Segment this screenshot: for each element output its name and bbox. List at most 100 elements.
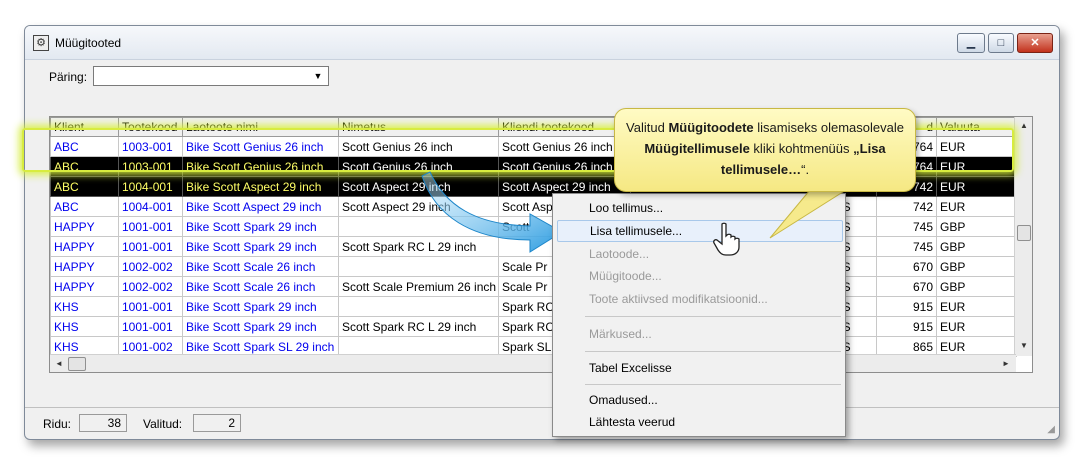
table-cell-klient: HAPPY [50, 236, 119, 257]
table-cell-kood: 1002-002 [118, 256, 183, 277]
selected-count-value: 2 [193, 414, 241, 432]
table-cell-klient: HAPPY [50, 216, 119, 237]
menu-item-notes[interactable]: Märkused... [557, 324, 843, 346]
table-cell-laonimi: Bike Scott Spark 29 inch [182, 296, 339, 317]
maximize-button[interactable]: □ [988, 33, 1014, 53]
table-cell-laonimi: Bike Scott Scale 26 inch [182, 276, 339, 297]
table-cell-valuuta: EUR [936, 296, 1017, 317]
scroll-up-icon[interactable]: ▲ [1020, 121, 1028, 130]
table-cell-valuuta: GBP [936, 256, 1017, 277]
callout-text-2: lisamiseks olemasolevale [753, 120, 904, 135]
menu-item-stock-product[interactable]: Laotoode... [557, 244, 843, 266]
query-select[interactable]: ▼ [93, 66, 329, 86]
vertical-scrollbar[interactable]: ▲ ▼ [1014, 117, 1032, 356]
column-header-laotoote-nimi[interactable]: Laotoote nimi [182, 117, 339, 137]
table-cell-hind: 745 [876, 216, 937, 237]
table-cell-kood: 1003-001 [118, 156, 183, 177]
table-cell-valuuta: EUR [936, 156, 1017, 177]
table-row[interactable]: ABC 1004-001 Bike Scott Aspect 29 inch Scot… [50, 196, 1017, 217]
resize-grip-icon[interactable]: ◢ [1047, 424, 1055, 435]
table-cell-hind: 670 [876, 276, 937, 297]
table-cell-kood: 1001-001 [118, 296, 183, 317]
table-cell-kkood: Scott Genius 26 inch [498, 156, 631, 177]
table-cell-klient: HAPPY [50, 256, 119, 277]
table-row[interactable]: HAPPY 1001-001 Bike Scott Spark 29 inch Sco… [50, 236, 1017, 257]
app-icon: ⚙ [33, 35, 49, 51]
table-cell-hind: 745 [876, 236, 937, 257]
menu-separator [585, 384, 841, 385]
menu-item-properties[interactable]: Omadused... [557, 390, 843, 412]
callout-text-3: kliki kohtmenüüs [749, 141, 854, 156]
table-cell-hind: 670 [876, 256, 937, 277]
row-count-value: 38 [79, 414, 127, 432]
close-button[interactable]: ✕ [1017, 33, 1053, 53]
table-row[interactable]: KHS 1001-001 Bike Scott Spark 29 inch Spark… [50, 296, 1017, 317]
table-cell-kood: 1002-002 [118, 276, 183, 297]
table-cell-kood: 1001-001 [118, 236, 183, 257]
column-header-valuuta[interactable]: Valuuta [936, 117, 1017, 137]
table-cell-nimetus: Scott Genius 26 inch [338, 136, 499, 157]
table-cell-hind: 915 [876, 296, 937, 317]
table-cell-laonimi: Bike Scott Genius 26 inch [182, 136, 339, 157]
table-cell-hind: 915 [876, 316, 937, 337]
vertical-scroll-thumb[interactable] [1017, 225, 1031, 241]
table-cell-klient: ABC [50, 176, 119, 197]
table-cell-nimetus: Scott Aspect 29 inch [338, 196, 499, 217]
menu-item-export-excel[interactable]: Tabel Excelisse [557, 358, 843, 380]
column-header-kliendi-tootekood[interactable]: Kliendi tootekood [498, 117, 631, 137]
table-cell-nimetus [338, 256, 499, 277]
query-label: Päring: [49, 70, 88, 84]
menu-item-reset-columns[interactable]: Lähtesta veerud [557, 412, 843, 434]
table-row[interactable]: KHS 1001-001 Bike Scott Spark 29 inch Scott… [50, 316, 1017, 337]
scroll-down-icon[interactable]: ▼ [1020, 341, 1028, 350]
title-bar[interactable]: ⚙ Müügitooted ▁ □ ✕ [25, 26, 1059, 60]
menu-item-active-modifications[interactable]: Toote aktiivsed modifikatsioonid... [557, 289, 843, 311]
minimize-button[interactable]: ▁ [957, 33, 985, 53]
table-cell-laonimi: Bike Scott Genius 26 inch [182, 156, 339, 177]
menu-item-create-order[interactable]: Loo tellimus... [557, 198, 843, 220]
callout-text-4: “. [801, 162, 810, 177]
menu-separator [585, 351, 841, 352]
chevron-down-icon[interactable]: ▼ [310, 69, 326, 83]
column-header-nimetus[interactable]: Nimetus [338, 117, 499, 137]
table-row[interactable]: HAPPY 1002-002 Bike Scott Scale 26 inch Sca… [50, 256, 1017, 277]
table-cell-nimetus: Scott Aspect 29 inch [338, 176, 499, 197]
table-cell-klient: ABC [50, 136, 119, 157]
table-cell-laonimi: Bike Scott Spark 29 inch [182, 216, 339, 237]
horizontal-scrollbar[interactable]: ◄ ► [50, 354, 1016, 372]
table-cell-laonimi: Bike Scott Scale 26 inch [182, 256, 339, 277]
table-cell-klient: KHS [50, 296, 119, 317]
column-header-tootekood[interactable]: Tootekood [118, 117, 183, 137]
scroll-left-icon[interactable]: ◄ [55, 359, 63, 368]
table-cell-laonimi: Bike Scott Aspect 29 inch [182, 196, 339, 217]
table-row[interactable]: HAPPY 1002-002 Bike Scott Scale 26 inch Sco… [50, 276, 1017, 297]
table-cell-valuuta: EUR [936, 176, 1017, 197]
table-cell-nimetus: Scott Genius 26 inch [338, 156, 499, 177]
table-cell-laonimi: Bike Scott Aspect 29 inch [182, 176, 339, 197]
table-cell-kood: 1004-001 [118, 196, 183, 217]
context-menu: Loo tellimus... Lisa tellimusele... Laot… [552, 193, 846, 437]
table-cell-valuuta: GBP [936, 216, 1017, 237]
menu-item-add-to-order[interactable]: Lisa tellimusele... [557, 220, 843, 242]
table-cell-klient: ABC [50, 156, 119, 177]
table-row[interactable]: HAPPY 1001-001 Bike Scott Spark 29 inch Sco… [50, 216, 1017, 237]
table-cell-nimetus: Scott Spark RC L 29 inch [338, 316, 499, 337]
table-cell-laonimi: Bike Scott Spark 29 inch [182, 236, 339, 257]
help-callout: Valitud Müügitoodete lisamiseks olemasol… [614, 108, 916, 192]
selected-count-label: Valitud: [143, 417, 183, 431]
table-cell-nimetus: Scott Scale Premium 26 inch [338, 276, 499, 297]
sales-products-window: ⚙ Müügitooted ▁ □ ✕ Päring: ▼ Klient Too… [24, 25, 1060, 440]
table-cell-kood: 1001-001 [118, 216, 183, 237]
table-cell-kood: 1003-001 [118, 136, 183, 157]
menu-item-sales-product[interactable]: Müügitoode... [557, 266, 843, 288]
status-bar: Ridu: 38 Valitud: 2 ◢ [25, 407, 1059, 439]
horizontal-scroll-thumb[interactable] [68, 357, 86, 371]
row-count-label: Ridu: [43, 417, 72, 431]
column-header-klient[interactable]: Klient [50, 117, 119, 137]
callout-bold-1: Müügitoodete [668, 120, 754, 135]
window-title: Müügitooted [55, 36, 122, 50]
hand-pointer-icon [713, 222, 740, 256]
scroll-right-icon[interactable]: ► [1002, 359, 1010, 368]
table-cell-nimetus [338, 296, 499, 317]
table-cell-klient: HAPPY [50, 276, 119, 297]
